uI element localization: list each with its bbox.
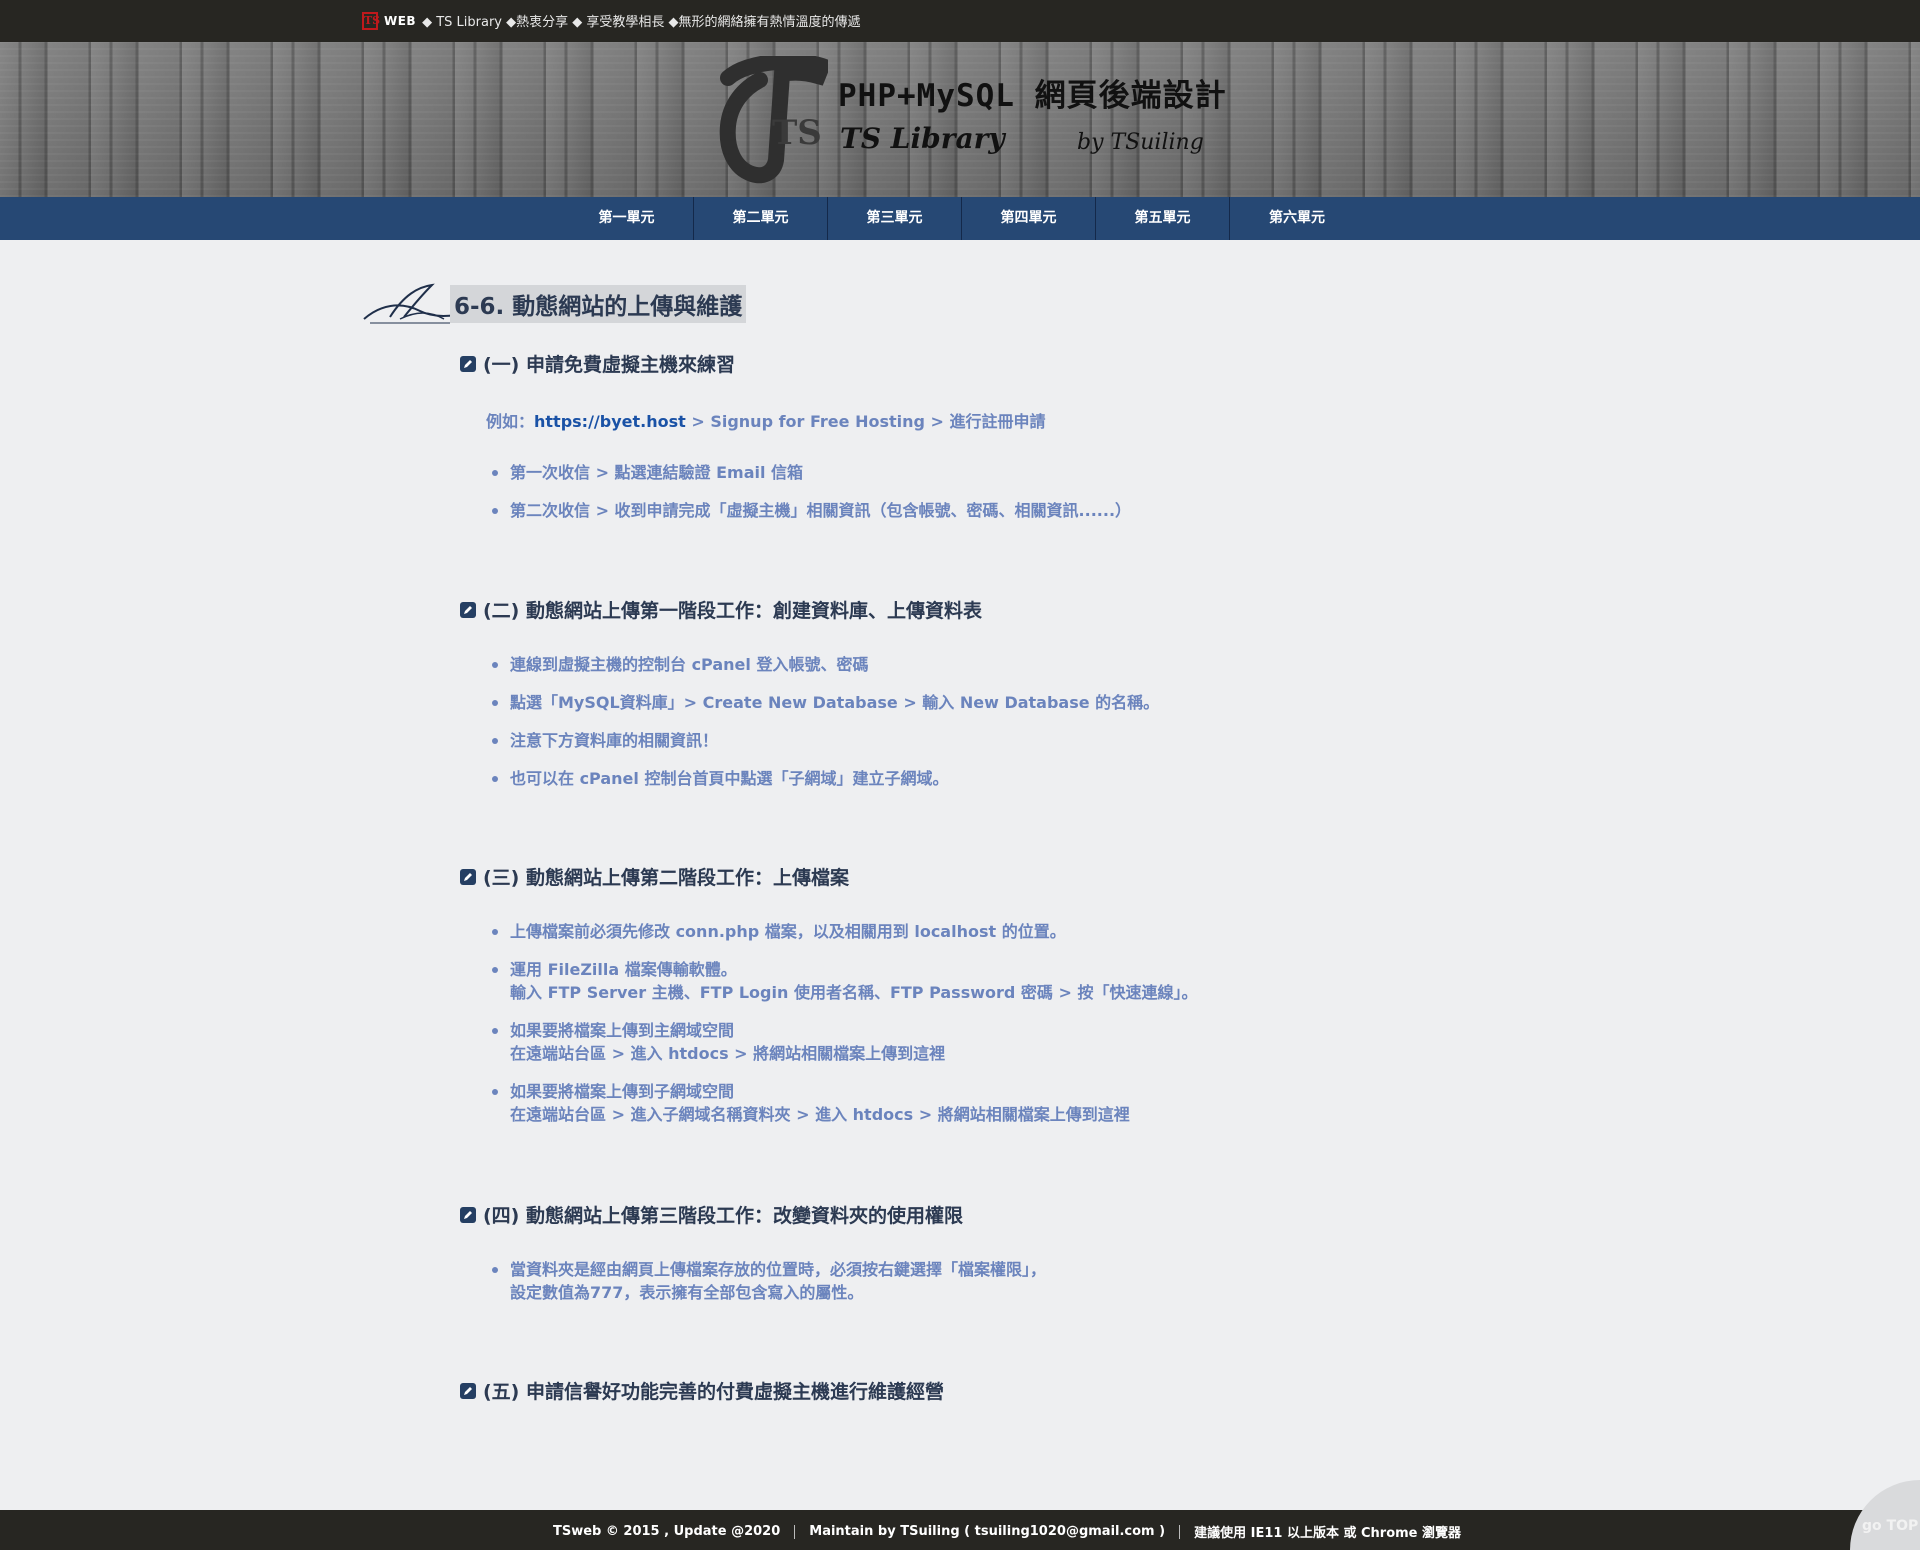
nav-unit-1[interactable]: 第一單元 — [560, 197, 694, 240]
section-2: (二) 動態網站上傳第一階段工作：創建資料庫、上傳資料表 — [460, 596, 982, 623]
go-top-label: go TOP — [1862, 1518, 1919, 1534]
section-1-title: (一) 申請免費虛擬主機來練習 — [483, 354, 735, 376]
list-item: 運用 FileZilla 檔案傳輸軟體。輸入 FTP Server 主機、FTP… — [492, 958, 1197, 1004]
list-item: 也可以在 cPanel 控制台首頁中點選「子網域」建立子網域。 — [492, 767, 1159, 790]
pencil-icon — [460, 601, 476, 618]
list-item: 如果要將檔案上傳到主網域空間在遠端站台區 > 進入 htdocs > 將網站相關… — [492, 1019, 1197, 1065]
main-nav: 第一單元 第二單元 第三單元 第四單元 第五單元 第六單元 — [0, 197, 1920, 240]
footer-browser: 建議使用 IE11 以上版本 或 Chrome 瀏覽器 — [1194, 1526, 1462, 1541]
list-item: 注意下方資料庫的相關資訊！ — [492, 729, 1159, 752]
list-item: 第一次收信 > 點選連結驗證 Email 信箱 — [492, 461, 1131, 484]
footer-copyright: TSweb © 2015 , Update @2020 — [553, 1524, 781, 1539]
nav-unit-5[interactable]: 第五單元 — [1096, 197, 1230, 240]
main-content: 6-6. 動態網站的上傳與維護 (一) 申請免費虛擬主機來練習 例如：https… — [0, 240, 1920, 1510]
top-bar: TS WEB ◆ TS Library ◆熱衷分享 ◆ 享受教學相長 ◆無形的網… — [0, 0, 1920, 42]
ts-logo-icon[interactable]: TS — [718, 56, 828, 184]
example-rest: > Signup for Free Hosting > 進行註冊申請 — [685, 412, 1046, 431]
tagline: ◆ TS Library ◆熱衷分享 ◆ 享受教學相長 ◆無形的網絡擁有熱情溫度… — [422, 15, 861, 30]
section-1: (一) 申請免費虛擬主機來練習 — [460, 350, 735, 377]
brand-web: WEB — [384, 13, 417, 28]
list-item-line: 當資料夾是經由網頁上傳檔案存放的位置時，必須按右鍵選擇「檔案權限」， — [510, 1260, 1047, 1279]
site-author: by TSuiling — [1077, 130, 1204, 155]
list-item: 點選「MySQL資料庫」> Create New Database > 輸入 N… — [492, 691, 1159, 714]
footer-maintain: Maintain by TSuiling ( tsuiling1020@gmai… — [809, 1524, 1166, 1539]
list-item-line: 運用 FileZilla 檔案傳輸軟體。 — [510, 960, 737, 979]
nav-unit-4[interactable]: 第四單元 — [962, 197, 1096, 240]
nav-unit-3[interactable]: 第三單元 — [828, 197, 962, 240]
logo-letters: TS — [772, 113, 822, 153]
footer: TSweb © 2015 , Update @2020 Maintain by … — [0, 1510, 1920, 1550]
pencil-icon — [460, 1206, 476, 1223]
list-item-line: 設定數值為777，表示擁有全部包含寫入的屬性。 — [510, 1283, 864, 1302]
list-item-line: 在遠端站台區 > 進入子網域名稱資料夾 > 進入 htdocs > 將網站相關檔… — [510, 1105, 1130, 1124]
nav-unit-6[interactable]: 第六單元 — [1230, 197, 1364, 240]
footer-divider — [794, 1524, 796, 1539]
list-item: 如果要將檔案上傳到子網域空間在遠端站台區 > 進入子網域名稱資料夾 > 進入 h… — [492, 1080, 1197, 1126]
section-5-title: (五) 申請信譽好功能完善的付費虛擬主機進行維護經營 — [483, 1381, 944, 1403]
section-4-list: 當資料夾是經由網頁上傳檔案存放的位置時，必須按右鍵選擇「檔案權限」， 設定數值為7… — [492, 1258, 1046, 1319]
nav-unit-2[interactable]: 第二單元 — [694, 197, 828, 240]
byet-host-link[interactable]: https://byet.host — [534, 412, 686, 431]
list-item-line: 如果要將檔案上傳到子網域空間 — [510, 1082, 735, 1101]
page-title: 6-6. 動態網站的上傳與維護 — [450, 285, 747, 323]
page-heading: 6-6. 動態網站的上傳與維護 — [360, 283, 747, 324]
footer-divider — [1179, 1524, 1181, 1539]
section-1-list: 第一次收信 > 點選連結驗證 Email 信箱 第二次收信 > 收到申請完成「虛… — [492, 461, 1131, 537]
section-4-title: (四) 動態網站上傳第三階段工作：改變資料夾的使用權限 — [483, 1205, 963, 1227]
section-3: (三) 動態網站上傳第二階段工作：上傳檔案 — [460, 863, 849, 890]
quill-icon — [363, 283, 457, 324]
list-item: 連線到虛擬主機的控制台 cPanel 登入帳號、密碼 — [492, 653, 1159, 676]
list-item-line: 上傳檔案前必須先修改 conn.php 檔案，以及相關用到 localhost … — [510, 922, 1066, 941]
section-1-example: 例如：https://byet.host > Signup for Free H… — [486, 408, 1046, 432]
list-item-line: 在遠端站台區 > 進入 htdocs > 將網站相關檔案上傳到這裡 — [510, 1044, 946, 1063]
section-3-list: 上傳檔案前必須先修改 conn.php 檔案，以及相關用到 localhost … — [492, 920, 1197, 1141]
header-banner: TS PHP+MySQL 網頁後端設計 TS Library by TSuili… — [0, 42, 1920, 197]
section-2-list: 連線到虛擬主機的控制台 cPanel 登入帳號、密碼 點選「MySQL資料庫」>… — [492, 653, 1159, 805]
pencil-icon — [460, 868, 476, 885]
pencil-icon — [460, 1382, 476, 1399]
section-2-title: (二) 動態網站上傳第一階段工作：創建資料庫、上傳資料表 — [483, 600, 982, 622]
section-3-title: (三) 動態網站上傳第二階段工作：上傳檔案 — [483, 867, 849, 889]
site-subtitle: TS Library — [840, 122, 1005, 155]
list-item: 當資料夾是經由網頁上傳檔案存放的位置時，必須按右鍵選擇「檔案權限」， 設定數值為7… — [492, 1258, 1046, 1304]
list-item: 上傳檔案前必須先修改 conn.php 檔案，以及相關用到 localhost … — [492, 920, 1197, 943]
list-item-line: 如果要將檔案上傳到主網域空間 — [510, 1021, 735, 1040]
list-item: 第二次收信 > 收到申請完成「虛擬主機」相關資訊（包含帳號、密碼、相關資訊...… — [492, 499, 1131, 522]
example-prefix: 例如： — [486, 412, 535, 431]
section-5: (五) 申請信譽好功能完善的付費虛擬主機進行維護經營 — [460, 1377, 944, 1404]
site-title: PHP+MySQL 網頁後端設計 — [838, 78, 1227, 114]
section-4: (四) 動態網站上傳第三階段工作：改變資料夾的使用權限 — [460, 1201, 963, 1228]
ts-small-logo[interactable]: TS — [362, 11, 380, 30]
pencil-icon — [460, 355, 476, 372]
list-item-line: 輸入 FTP Server 主機、FTP Login 使用者名稱、FTP Pas… — [510, 983, 1198, 1002]
